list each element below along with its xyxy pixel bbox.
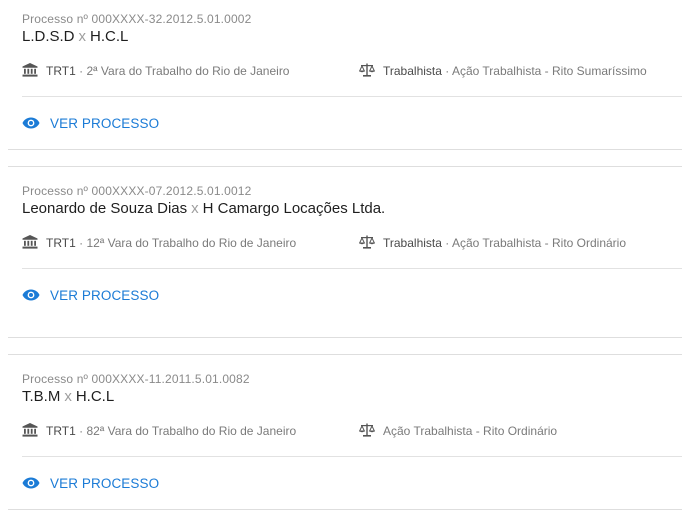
court-separator: · [75, 236, 87, 250]
court-info: TRT1 · 12ª Vara do Trabalho do Rio de Ja… [22, 235, 296, 251]
process-card: Processo nº 000XXXX-32.2012.5.01.0002 L.… [8, 0, 682, 150]
view-process-button[interactable]: VER PROCESSO [22, 286, 159, 304]
scale-icon [359, 63, 375, 77]
defendant-name: H.C.L [90, 28, 129, 45]
defendant-name: H Camargo Locações Ltda. [202, 200, 386, 217]
action-type: Ação Trabalhista - Rito Ordinário [383, 424, 558, 438]
area-info: Ação Trabalhista - Rito Ordinário [359, 423, 557, 439]
process-parties: Leonardo de Souza Dias x H Camargo Locaçõe… [22, 199, 682, 219]
court-prefix: TRT1 [46, 424, 76, 438]
area-separator: · [441, 236, 452, 250]
court-separator: · [75, 424, 87, 438]
area-name: Trabalhista [383, 236, 442, 250]
area-separator: · [441, 64, 452, 78]
versus-separator: x [78, 28, 87, 45]
scale-icon [359, 235, 375, 249]
plaintiff-name: L.D.S.D [22, 28, 75, 45]
view-process-label: VER PROCESSO [50, 287, 160, 303]
process-meta: TRT1 · 82ª Vara do Trabalho do Rio de Ja… [22, 423, 682, 439]
area-info: Trabalhista · Ação Trabalhista - Rito Or… [359, 235, 626, 251]
plaintiff-name: Leonardo de Souza Dias [22, 200, 188, 217]
eye-icon [22, 288, 40, 302]
court-name: 82ª Vara do Trabalho do Rio de Janeiro [86, 424, 297, 438]
court-prefix: TRT1 [46, 236, 76, 250]
court-name: 2ª Vara do Trabalho do Rio de Janeiro [86, 64, 290, 78]
process-number: Processo nº 000XXXX-32.2012.5.01.0002 [22, 12, 252, 26]
courthouse-icon [22, 63, 38, 77]
court-prefix: TRT1 [46, 64, 76, 78]
court-info: TRT1 · 2ª Vara do Trabalho do Rio de Jan… [22, 63, 289, 79]
court-name: 12ª Vara do Trabalho do Rio de Janeiro [86, 236, 297, 250]
view-process-label: VER PROCESSO [50, 115, 160, 131]
area-info: Trabalhista · Ação Trabalhista - Rito Su… [359, 63, 647, 79]
versus-separator: x [191, 200, 199, 217]
eye-icon [22, 116, 40, 130]
card-divider [22, 456, 682, 457]
action-type: Ação Trabalhista - Rito Sumaríssimo [451, 64, 647, 78]
court-separator: · [75, 64, 87, 78]
card-divider [22, 268, 682, 269]
versus-separator: x [64, 388, 72, 405]
court-info: TRT1 · 82ª Vara do Trabalho do Rio de Ja… [22, 423, 296, 439]
process-card: Processo nº 000XXXX-07.2012.5.01.0012 Le… [8, 166, 682, 338]
eye-icon [22, 476, 40, 490]
view-process-button[interactable]: VER PROCESSO [22, 114, 159, 132]
process-parties: T.B.M x H.C.L [22, 387, 682, 407]
plaintiff-name: T.B.M [22, 388, 61, 405]
process-number: Processo nº 000XXXX-11.2011.5.01.0082 [22, 372, 250, 386]
courthouse-icon [22, 423, 38, 437]
view-process-label: VER PROCESSO [50, 475, 160, 491]
process-number: Processo nº 000XXXX-07.2012.5.01.0012 [22, 184, 252, 198]
area-name: Trabalhista [383, 64, 442, 78]
card-divider [22, 96, 682, 97]
action-type: Ação Trabalhista - Rito Ordinário [451, 236, 627, 250]
process-parties: L.D.S.D x H.C.L [22, 27, 682, 47]
process-meta: TRT1 · 12ª Vara do Trabalho do Rio de Ja… [22, 235, 682, 251]
view-process-button[interactable]: VER PROCESSO [22, 474, 159, 492]
process-meta: TRT1 · 2ª Vara do Trabalho do Rio de Jan… [22, 63, 682, 79]
process-list: Processo nº 000XXXX-32.2012.5.01.0002 L.… [8, 0, 682, 510]
courthouse-icon [22, 235, 38, 249]
scale-icon [359, 423, 375, 437]
defendant-name: H.C.L [75, 388, 115, 405]
process-card: Processo nº 000XXXX-11.2011.5.01.0082 T.… [8, 354, 682, 510]
